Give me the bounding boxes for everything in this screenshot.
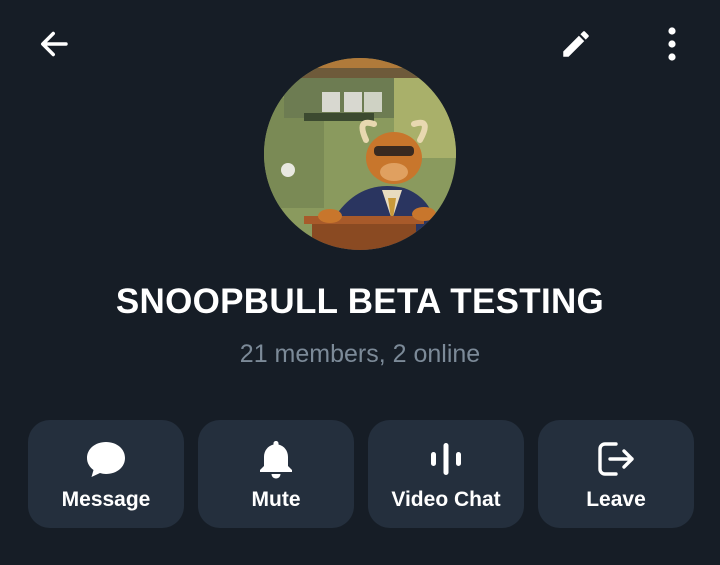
more-vertical-icon <box>668 27 676 61</box>
leave-label: Leave <box>586 488 646 511</box>
voice-chat-icon <box>429 438 463 480</box>
member-count: 21 members, 2 online <box>239 340 481 368</box>
more-options-button[interactable] <box>644 18 700 70</box>
message-button[interactable]: Message <box>28 420 184 528</box>
message-label: Message <box>61 488 151 511</box>
leave-button[interactable]: Leave <box>538 420 694 528</box>
mute-button[interactable]: Mute <box>198 420 354 528</box>
chat-bubble-icon <box>85 438 127 480</box>
leave-icon <box>596 438 636 480</box>
edit-button[interactable] <box>548 18 604 70</box>
group-title: SNOOPBULL BETA TESTING <box>115 282 605 321</box>
video-chat-button[interactable]: Video Chat <box>368 420 524 528</box>
group-avatar[interactable] <box>264 58 456 250</box>
video-chat-label: Video Chat <box>391 488 501 511</box>
back-button[interactable] <box>24 18 84 70</box>
mute-label: Mute <box>251 488 301 511</box>
pencil-icon <box>563 31 589 57</box>
action-bar: Message Mute Video Chat Leave <box>28 420 694 528</box>
bell-icon <box>258 438 294 480</box>
arrow-left-icon <box>41 31 68 57</box>
avatar-image <box>264 58 456 250</box>
